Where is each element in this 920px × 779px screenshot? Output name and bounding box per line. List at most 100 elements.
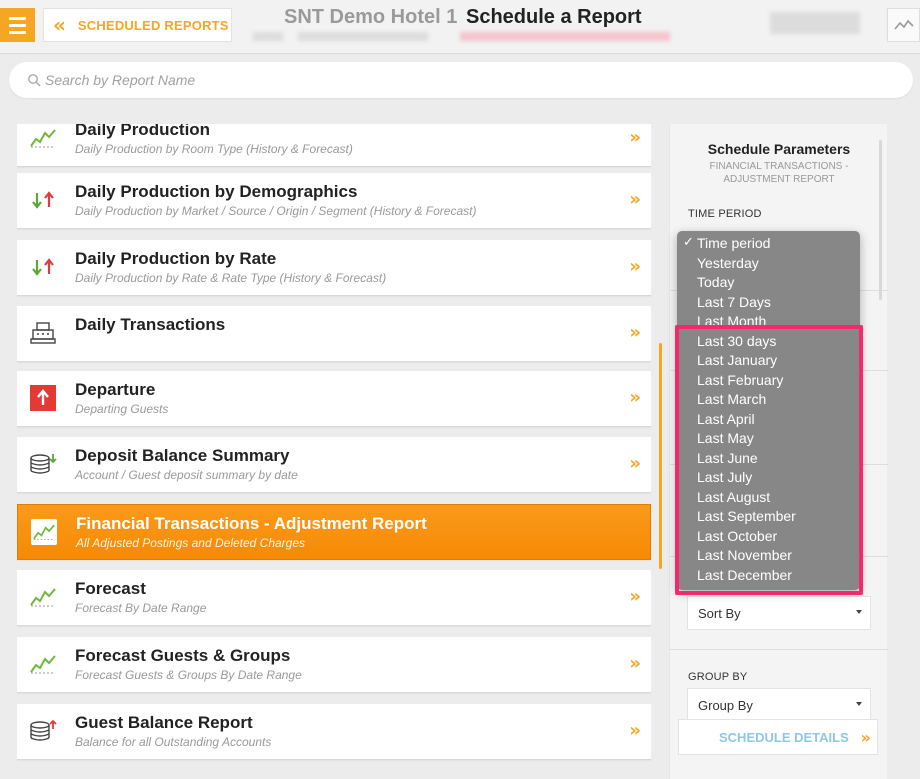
double-chevron-right-icon: » [629,127,640,148]
dropdown-option-last-july[interactable]: Last July [697,469,752,485]
time-period-label: TIME PERIOD [688,208,762,220]
report-subtitle: Forecast By Date Range [75,601,207,615]
back-button-label: SCHEDULED REPORTS [77,17,229,33]
dropdown-option-yesterday[interactable]: Yesterday [697,255,759,271]
double-chevron-right-icon: » [629,653,640,674]
dropdown-option-last-january[interactable]: Last January [697,352,777,368]
caret-down-icon [856,702,862,706]
dropdown-option-last-november[interactable]: Last November [697,547,792,563]
report-title: Guest Balance Report [75,713,253,732]
report-subtitle: All Adjusted Postings and Deleted Charge… [76,536,306,550]
dropdown-option-last-december[interactable]: Last December [697,567,792,583]
search-input[interactable] [45,72,845,88]
schedule-details-label: SCHEDULE DETAILS [719,729,849,745]
double-chevron-right-icon: » [629,322,640,343]
dropdown-option-last-february[interactable]: Last February [697,372,783,388]
group-by-select[interactable]: Group By [687,688,871,722]
redacted-user-info [770,12,860,34]
panel-scrollbar[interactable] [879,140,882,300]
dropdown-option-today[interactable]: Today [697,274,734,290]
trend-line-icon [28,649,58,679]
analytics-button[interactable] [887,8,920,42]
coin-stack-icon [28,449,58,479]
report-item-daily-production[interactable]: Daily Production Daily Production by Roo… [17,124,651,167]
schedule-details-button[interactable]: SCHEDULE DETAILS » [678,719,878,755]
report-item-guest-balance-report[interactable]: Guest Balance Report Balance for all Out… [17,704,651,760]
list-scrollbar[interactable] [659,343,662,569]
departure-arrow-icon [28,383,58,413]
report-item-deposit-balance-summary[interactable]: Deposit Balance Summary Account / Guest … [17,437,651,493]
redacted-block [253,32,283,41]
report-subtitle: Account / Guest deposit summary by date [75,468,298,482]
panel-title: Schedule Parameters [707,141,851,157]
redacted-block [298,32,428,41]
report-title: Departure [75,380,156,399]
dropdown-option-last-june[interactable]: Last June [697,450,758,466]
up-down-arrows-icon [28,185,58,215]
page-title: Schedule a Report [466,6,642,28]
trend-line-icon [28,124,58,153]
report-subtitle: Departing Guests [75,402,169,416]
back-to-scheduled-reports-button[interactable]: « SCHEDULED REPORTS [43,8,232,42]
double-chevron-right-icon: » [629,256,640,277]
report-item-daily-transactions[interactable]: Daily Transactions » [17,306,651,362]
dropdown-option-last-september[interactable]: Last September [697,508,796,524]
caret-down-icon [856,610,862,614]
report-title: Financial Transactions - Adjustment Repo… [76,514,427,533]
panel-subtitle: FINANCIAL TRANSACTIONS - ADJUSTMENT REPO… [709,161,849,185]
double-chevron-right-icon: » [860,728,872,747]
trend-line-icon [28,582,58,612]
report-item-daily-production-by-demographics[interactable]: Daily Production by Demographics Daily P… [17,173,651,229]
dropdown-option-last-march[interactable]: Last March [697,391,766,407]
dropdown-option-last-may[interactable]: Last May [697,430,754,446]
cash-register-icon [28,318,58,348]
pulse-chart-icon [893,19,914,30]
time-period-dropdown: ✓ Time period Yesterday Today Last 7 Day… [677,231,860,590]
report-title: Deposit Balance Summary [75,446,290,465]
redacted-block [460,32,670,41]
dropdown-option-last-august[interactable]: Last August [697,489,770,505]
report-subtitle: Balance for all Outstanding Accounts [75,735,272,749]
double-chevron-right-icon: » [629,387,640,408]
report-subtitle: Forecast Guests & Groups By Date Range [75,668,302,682]
report-subtitle: Daily Production by Rate & Rate Type (Hi… [75,271,387,285]
search-bar [9,62,913,98]
report-item-forecast[interactable]: Forecast Forecast By Date Range » [17,570,651,626]
dropdown-option-last-7-days[interactable]: Last 7 Days [697,294,771,310]
up-down-arrows-icon [28,252,58,282]
group-by-value: Group By [698,697,753,713]
top-bar: « SCHEDULED REPORTS SNT Demo Hotel 1 Sch… [0,0,920,54]
report-title: Forecast [75,579,146,598]
hotel-name: SNT Demo Hotel 1 [284,6,458,28]
report-title: Daily Transactions [75,315,226,334]
sort-by-value: Sort By [698,605,741,621]
double-chevron-right-icon: » [629,586,640,607]
dropdown-option-time-period[interactable]: Time period [697,235,770,251]
group-by-label: GROUP BY [688,671,748,683]
report-title: Daily Production [75,124,211,139]
hamburger-icon [9,16,26,20]
report-list: Daily Production Daily Production by Roo… [17,124,651,779]
menu-button[interactable] [0,8,35,42]
report-item-departure[interactable]: Departure Departing Guests » [17,371,651,427]
dropdown-option-last-month[interactable]: Last Month [697,313,766,329]
sort-by-select[interactable]: Sort By [687,596,871,630]
report-title: Daily Production by Rate [75,249,277,268]
dropdown-option-last-october[interactable]: Last October [697,528,777,544]
report-item-financial-transactions-adjustment[interactable]: Financial Transactions - Adjustment Repo… [17,504,651,560]
report-title: Forecast Guests & Groups [75,646,291,665]
double-chevron-left-icon: « [53,13,66,37]
dropdown-option-last-april[interactable]: Last April [697,411,755,427]
double-chevron-right-icon: » [629,720,640,741]
trend-line-icon [31,519,57,545]
report-item-forecast-guests-groups[interactable]: Forecast Guests & Groups Forecast Guests… [17,637,651,693]
checkmark-icon: ✓ [683,235,694,250]
coin-stack-icon [28,716,58,746]
dropdown-option-last-30-days[interactable]: Last 30 days [697,333,776,349]
search-icon [28,74,41,87]
report-item-daily-production-by-rate[interactable]: Daily Production by Rate Daily Productio… [17,240,651,296]
report-title: Daily Production by Demographics [75,182,358,201]
report-subtitle: Daily Production by Room Type (History &… [75,142,353,156]
report-subtitle: Daily Production by Market / Source / Or… [75,204,477,218]
double-chevron-right-icon: » [629,453,640,474]
